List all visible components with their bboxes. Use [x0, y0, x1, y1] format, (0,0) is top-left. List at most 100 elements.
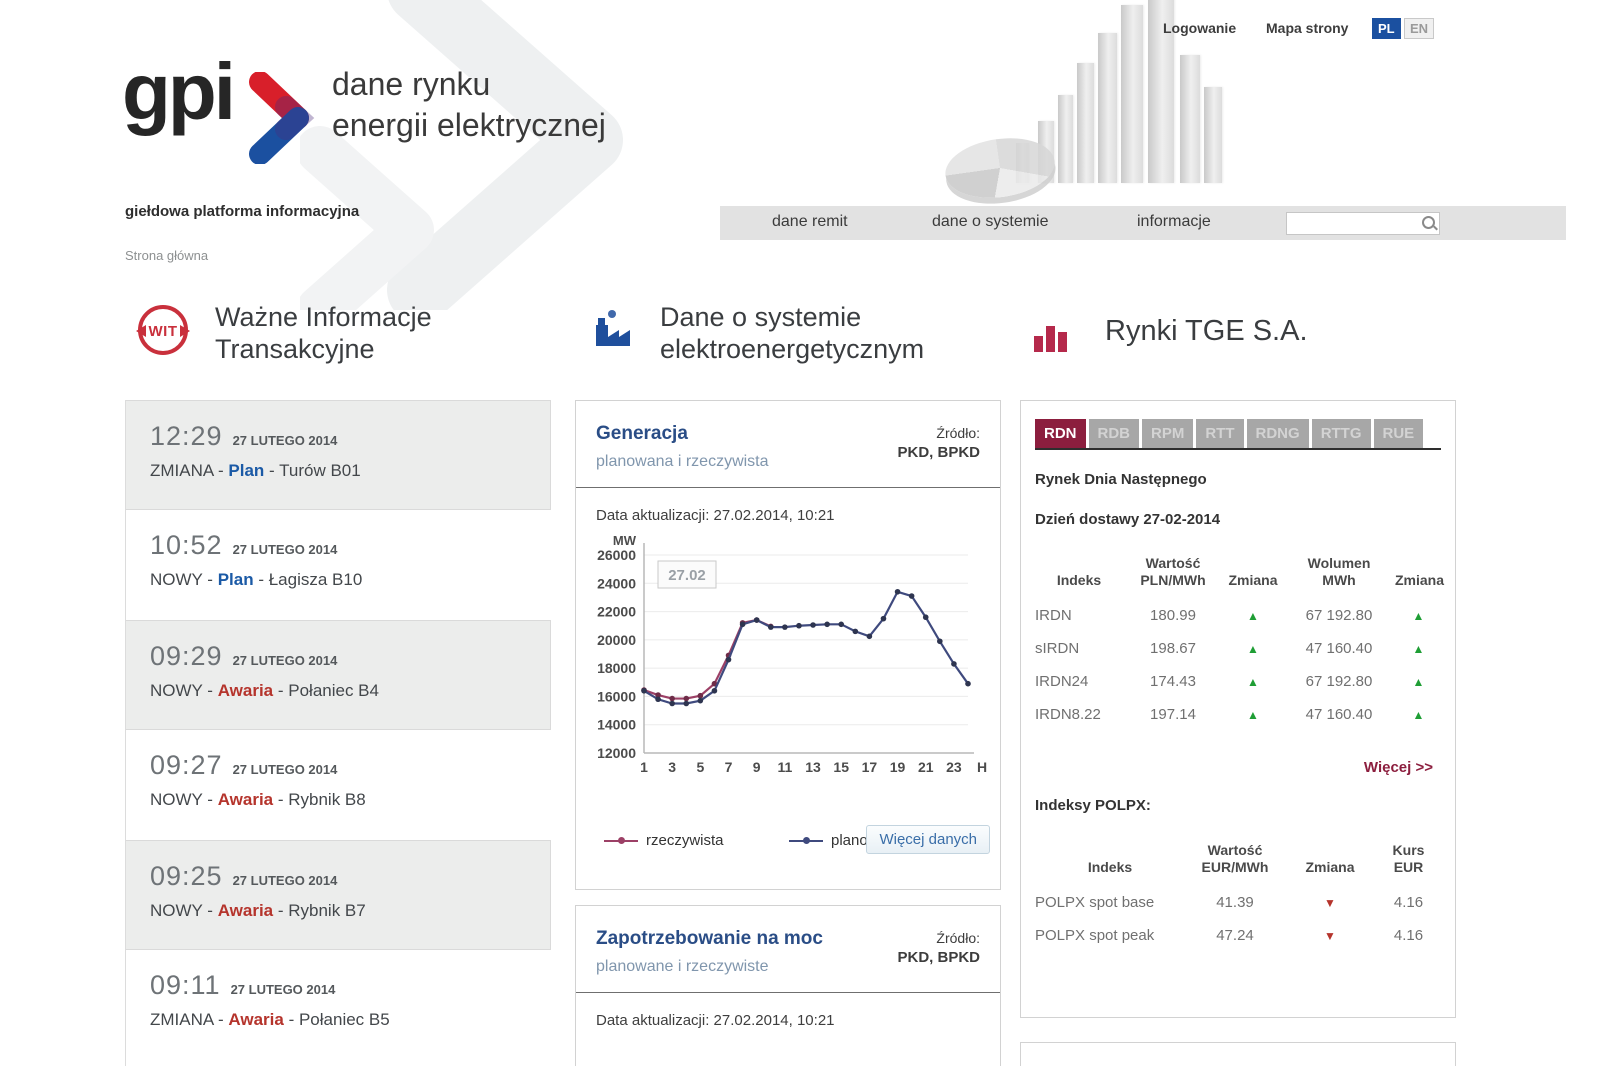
wit-entry[interactable]: 09:2727 LUTEGO 2014 NOWY - Awaria - Rybni…	[126, 730, 551, 840]
wit-entry[interactable]: 12:2927 LUTEGO 2014ZMIANA - Plan - Turów…	[126, 400, 551, 510]
tge-markets-panel: RDNRDBRPMRTTRDNGRTTGRUE Rynek Dnia Nastę…	[1020, 400, 1456, 1018]
svg-text:16000: 16000	[597, 688, 636, 704]
svg-text:9: 9	[753, 759, 761, 775]
separator: -	[284, 1010, 299, 1029]
down-arrow-icon: ▼	[1324, 896, 1336, 910]
svg-text:18000: 18000	[597, 660, 636, 676]
table-header: Wolumen MWh	[1283, 549, 1395, 599]
wit-entry-unit: Połaniec B5	[299, 1010, 390, 1029]
svg-text:27.02: 27.02	[668, 567, 706, 584]
legend-label: rzeczywista	[646, 832, 724, 849]
separator: -	[264, 461, 279, 480]
wit-entry-action: ZMIANA	[150, 1010, 213, 1029]
wit-entry-type: Plan	[218, 570, 254, 589]
wit-entry[interactable]: 09:2927 LUTEGO 2014 NOWY - Awaria - Połan…	[126, 620, 551, 730]
login-link[interactable]: Logowanie	[1163, 20, 1236, 36]
up-arrow-icon: ▲	[1413, 642, 1425, 656]
table-header: Zmiana	[1223, 566, 1283, 599]
svg-text:21: 21	[918, 759, 934, 775]
main-navbar: dane remit dane o systemie informacje	[720, 206, 1566, 240]
svg-text:20000: 20000	[597, 632, 636, 648]
svg-text:12000: 12000	[597, 745, 636, 761]
wit-entry-description: NOWY - Awaria - Rybnik B7	[150, 901, 550, 921]
rdn-index-table: IndeksWartość PLN/MWhZmianaWolumen MWhZm…	[1035, 549, 1442, 731]
down-arrow-icon: ▼	[1324, 929, 1336, 943]
divider	[576, 487, 1000, 488]
language-pl-button[interactable]: PL	[1372, 18, 1401, 39]
gpi-logo-text[interactable]: gpi	[122, 52, 233, 132]
wit-entry-description: NOWY - Awaria - Połaniec B4	[150, 681, 550, 701]
table-header: Wartość EUR/MWh	[1185, 836, 1285, 886]
sitemap-link[interactable]: Mapa strony	[1266, 20, 1348, 36]
background-chevron-watermark	[300, 0, 660, 310]
wit-entry-action: NOWY	[150, 570, 203, 589]
wit-entry[interactable]: 09:1127 LUTEGO 2014ZMIANA - Awaria - Poł…	[126, 950, 551, 1060]
tab-rdn[interactable]: RDN	[1035, 419, 1086, 448]
search-input[interactable]	[1289, 214, 1421, 233]
svg-text:22000: 22000	[597, 604, 636, 620]
wit-entry-type: Awaria	[218, 901, 273, 920]
up-arrow-icon: ▲	[1247, 708, 1259, 722]
separator: -	[273, 681, 288, 700]
generacja-source-label: Źródło:	[936, 425, 980, 441]
table-header: Zmiana	[1395, 566, 1442, 599]
tab-rdng[interactable]: RDNG	[1247, 419, 1309, 448]
search-icon[interactable]	[1422, 216, 1435, 229]
wit-entry-date: 27 LUTEGO 2014	[233, 542, 338, 557]
table-header: Kurs EUR	[1375, 836, 1442, 886]
value-cell: 47.24	[1185, 919, 1285, 952]
generacja-title[interactable]: Generacja	[596, 423, 688, 445]
more-data-button[interactable]: Więcej danych	[866, 825, 990, 854]
wit-entry-head: 09:2927 LUTEGO 2014	[150, 641, 550, 672]
wit-entry-head: 09:2727 LUTEGO 2014	[150, 750, 551, 781]
tge-next-panel	[1020, 1042, 1456, 1066]
wit-entry-unit: Łagisza B10	[269, 570, 363, 589]
factory-icon	[590, 308, 634, 350]
wit-entry-type: Plan	[228, 461, 264, 480]
generacja-panel: Generacja planowana i rzeczywista Źródło…	[575, 400, 1001, 890]
wit-entry-head: 09:2527 LUTEGO 2014	[150, 861, 550, 892]
index-name-cell: sIRDN	[1035, 632, 1123, 665]
generacja-updated: Data aktualizacji: 27.02.2014, 10:21	[596, 507, 835, 524]
wit-entry-date: 27 LUTEGO 2014	[231, 982, 336, 997]
zapotrzebowanie-updated: Data aktualizacji: 27.02.2014, 10:21	[596, 1012, 835, 1029]
zapotrzebowanie-title[interactable]: Zapotrzebowanie na moc	[596, 928, 823, 950]
more-link[interactable]: Więcej >>	[1364, 759, 1433, 776]
svg-text:11: 11	[777, 759, 792, 775]
svg-text:24000: 24000	[597, 575, 636, 591]
change-cell: ▲	[1223, 665, 1283, 698]
svg-text:26000: 26000	[597, 547, 636, 563]
wit-entry[interactable]: 09:2527 LUTEGO 2014 NOWY - Awaria - Rybni…	[126, 840, 551, 950]
value-cell: 180.99	[1123, 599, 1223, 632]
tab-rtt[interactable]: RTT	[1196, 419, 1243, 448]
tab-rttg[interactable]: RTTG	[1312, 419, 1371, 448]
wit-list: 12:2927 LUTEGO 2014ZMIANA - Plan - Turów…	[125, 400, 551, 1066]
nav-item-informacje[interactable]: informacje	[1137, 213, 1211, 231]
change-cell: ▲	[1223, 599, 1283, 632]
wit-entry-date: 27 LUTEGO 2014	[233, 873, 338, 888]
polpx-title: Indeksy POLPX:	[1035, 797, 1151, 814]
table-header: Zmiana	[1285, 853, 1375, 886]
wit-entry[interactable]: 10:5227 LUTEGO 2014NOWY - Plan - Łagisza…	[126, 510, 551, 620]
language-en-button[interactable]: EN	[1404, 18, 1434, 39]
svg-text:H: H	[977, 759, 987, 775]
svg-text:13: 13	[805, 759, 821, 775]
separator: -	[203, 570, 218, 589]
separator: -	[203, 681, 218, 700]
wit-entry-date: 27 LUTEGO 2014	[233, 433, 338, 448]
up-arrow-icon: ▲	[1247, 675, 1259, 689]
nav-item-dane-o-systemie[interactable]: dane o systemie	[932, 213, 1049, 231]
wit-entry-description: NOWY - Awaria - Rybnik B8	[150, 790, 551, 810]
svg-text:3: 3	[668, 759, 676, 775]
page: Logowanie Mapa strony PL EN gpi dane ryn…	[0, 0, 1600, 1066]
tab-rdb[interactable]: RDB	[1089, 419, 1140, 448]
tab-rue[interactable]: RUE	[1374, 419, 1424, 448]
volume-cell: 47 160.40	[1283, 698, 1395, 731]
rate-cell: 4.16	[1375, 886, 1442, 919]
tab-rpm[interactable]: RPM	[1142, 419, 1193, 448]
svg-text:23: 23	[946, 759, 962, 775]
index-name-cell: POLPX spot peak	[1035, 919, 1185, 952]
breadcrumb[interactable]: Strona główna	[125, 248, 208, 263]
wit-entry-unit: Rybnik B8	[288, 790, 365, 809]
nav-item-dane-remit[interactable]: dane remit	[772, 213, 848, 231]
